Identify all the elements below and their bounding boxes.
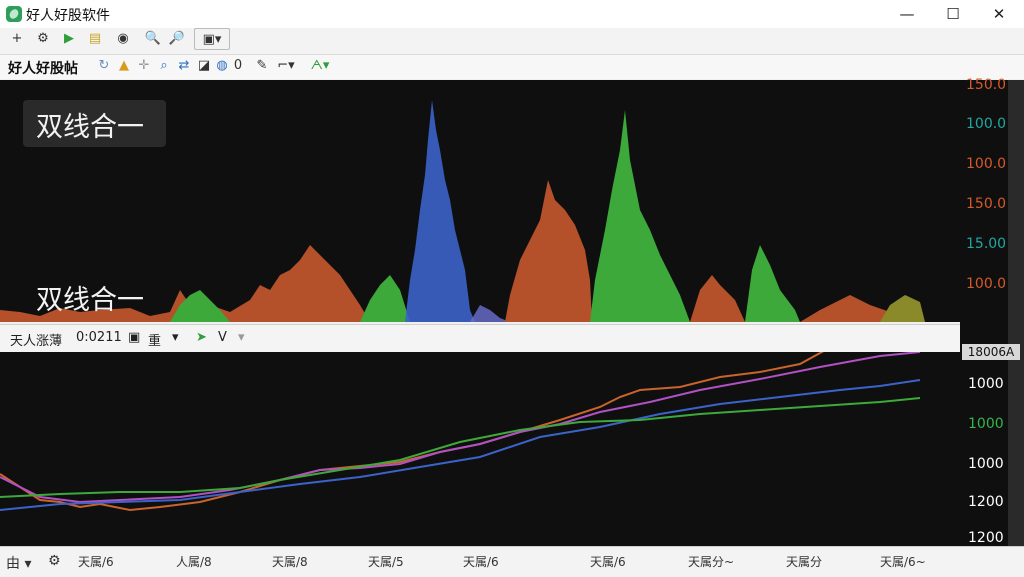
indicator-toolbar: 天人涨薄 0:0211 ▣ 重 ▾ ➤ V ▾ xyxy=(0,324,960,353)
axis-label-3: 100.0 xyxy=(966,156,1007,172)
x-label-8: 天属分 xyxy=(786,555,823,569)
document-icon[interactable]: ▣ xyxy=(128,330,140,345)
lower-axis-label-2: 1000 xyxy=(968,416,1004,432)
brown-area-mid xyxy=(505,180,592,322)
lower-axis-label-1: 1000 xyxy=(968,376,1004,392)
axis-label-4: 150.0 xyxy=(966,196,1007,212)
line-chart xyxy=(0,311,921,512)
chevron-down-icon[interactable]: ▾ xyxy=(172,330,179,345)
x-label-1: 天属/6 xyxy=(78,555,114,569)
lower-axis-label-4: 1200 xyxy=(968,494,1004,510)
main-toolbar: + ⚙ ▶ ▤ ◉ 🔍 🔎 ▣▾ xyxy=(0,28,1024,55)
draw-icon[interactable]: ✎ xyxy=(254,55,270,75)
x-label-7: 天属分~ xyxy=(688,555,735,569)
blue-spike-area xyxy=(405,100,475,322)
vertical-scrollbar[interactable] xyxy=(1008,80,1024,546)
secondary-toolbar: 好人好股帖 ↻ ▲ ✛ ⌕ ⇄ ◪ ◍ 0 ✎ ⌐▾ ᗅ▾ xyxy=(0,55,1024,79)
title-bar: 好人好股软件 — ☐ ✕ xyxy=(0,0,1024,28)
mode-dropdown[interactable]: ⌐▾ xyxy=(276,55,296,75)
axis-label-6: 100.0 xyxy=(966,276,1007,292)
purple-area-small xyxy=(470,305,510,322)
view-dropdown[interactable]: ▣▾ xyxy=(194,28,230,50)
axis-label-1: 150.0 xyxy=(966,77,1007,93)
zoom-value: 0 xyxy=(233,57,243,73)
pan-icon[interactable]: ⇄ xyxy=(176,55,192,75)
play-icon[interactable]: ▶ xyxy=(58,28,80,48)
indicator-time: 0:0211 xyxy=(76,330,122,345)
x-label-3: 天属/8 xyxy=(272,555,308,569)
arrow-tool-icon[interactable]: ➤ xyxy=(196,330,207,345)
lower-axis-label-5: 1200 xyxy=(968,530,1004,546)
refresh-icon[interactable]: ↻ xyxy=(96,55,112,75)
overlay-title: 双线合一 xyxy=(36,112,144,143)
x-label-6: 天属/6 xyxy=(590,555,626,569)
time-axis-bar: 由 ▾ ⚙ 天属/6 人属/8 天属/8 天属/5 天属/6 天属/6 天属分~… xyxy=(0,546,1024,577)
toolbar-label: 好人好股帖 xyxy=(8,61,78,77)
x-label-9: 天属/6~ xyxy=(880,555,926,569)
search-icon[interactable]: ⌕ xyxy=(156,55,172,75)
value-badge: 18006A xyxy=(962,344,1020,360)
chevron-down-icon-2[interactable]: ▾ xyxy=(238,330,245,345)
close-button[interactable]: ✕ xyxy=(976,2,1022,26)
indicator-doc-label[interactable]: 重 xyxy=(148,330,161,349)
green-area-right xyxy=(745,245,800,322)
crosshair-icon[interactable]: ✛ xyxy=(136,55,152,75)
x-label-5: 天属/6 xyxy=(463,555,499,569)
brown-area-right xyxy=(690,275,745,322)
settings-icon[interactable]: ⚙ xyxy=(32,28,54,48)
minimize-button[interactable]: — xyxy=(884,2,930,26)
text-tool-icon[interactable]: ᗅ▾ xyxy=(310,55,330,75)
indicator-label: 天人涨薄 xyxy=(10,334,63,349)
zoom-out-icon[interactable]: 🔎 xyxy=(166,28,188,48)
lower-axis-label-3: 1000 xyxy=(968,456,1004,472)
period-dropdown[interactable]: 由 ▾ xyxy=(6,553,31,573)
add-icon[interactable]: + xyxy=(6,28,28,48)
maximize-button[interactable]: ☐ xyxy=(930,2,976,26)
green-area-big xyxy=(590,110,690,322)
lower-chart-panel xyxy=(0,311,1024,546)
green-area-mid xyxy=(360,275,410,322)
indicator-arrow-label[interactable]: V xyxy=(218,330,227,345)
overlay-subtitle: 双线合一 xyxy=(36,285,144,316)
x-label-2: 人属/8 xyxy=(176,555,212,569)
chart-icon[interactable]: ◪ xyxy=(196,55,212,75)
layers-icon[interactable]: ▤ xyxy=(84,28,106,48)
x-label-4: 天属/5 xyxy=(368,555,404,569)
lock-icon[interactable]: ▲ xyxy=(116,55,132,75)
window-title: 好人好股软件 xyxy=(26,8,110,24)
settings-gear-icon[interactable]: ⚙ xyxy=(48,553,61,569)
target-icon[interactable]: ◉ xyxy=(112,28,134,48)
app-logo-icon xyxy=(6,6,22,22)
axis-label-5: 15.00 xyxy=(966,236,1007,252)
olive-area-far-right xyxy=(880,295,925,322)
axis-label-2: 100.0 xyxy=(966,116,1007,132)
globe-icon[interactable]: ◍ xyxy=(214,55,230,75)
zoom-in-icon[interactable]: 🔍 xyxy=(142,28,164,48)
